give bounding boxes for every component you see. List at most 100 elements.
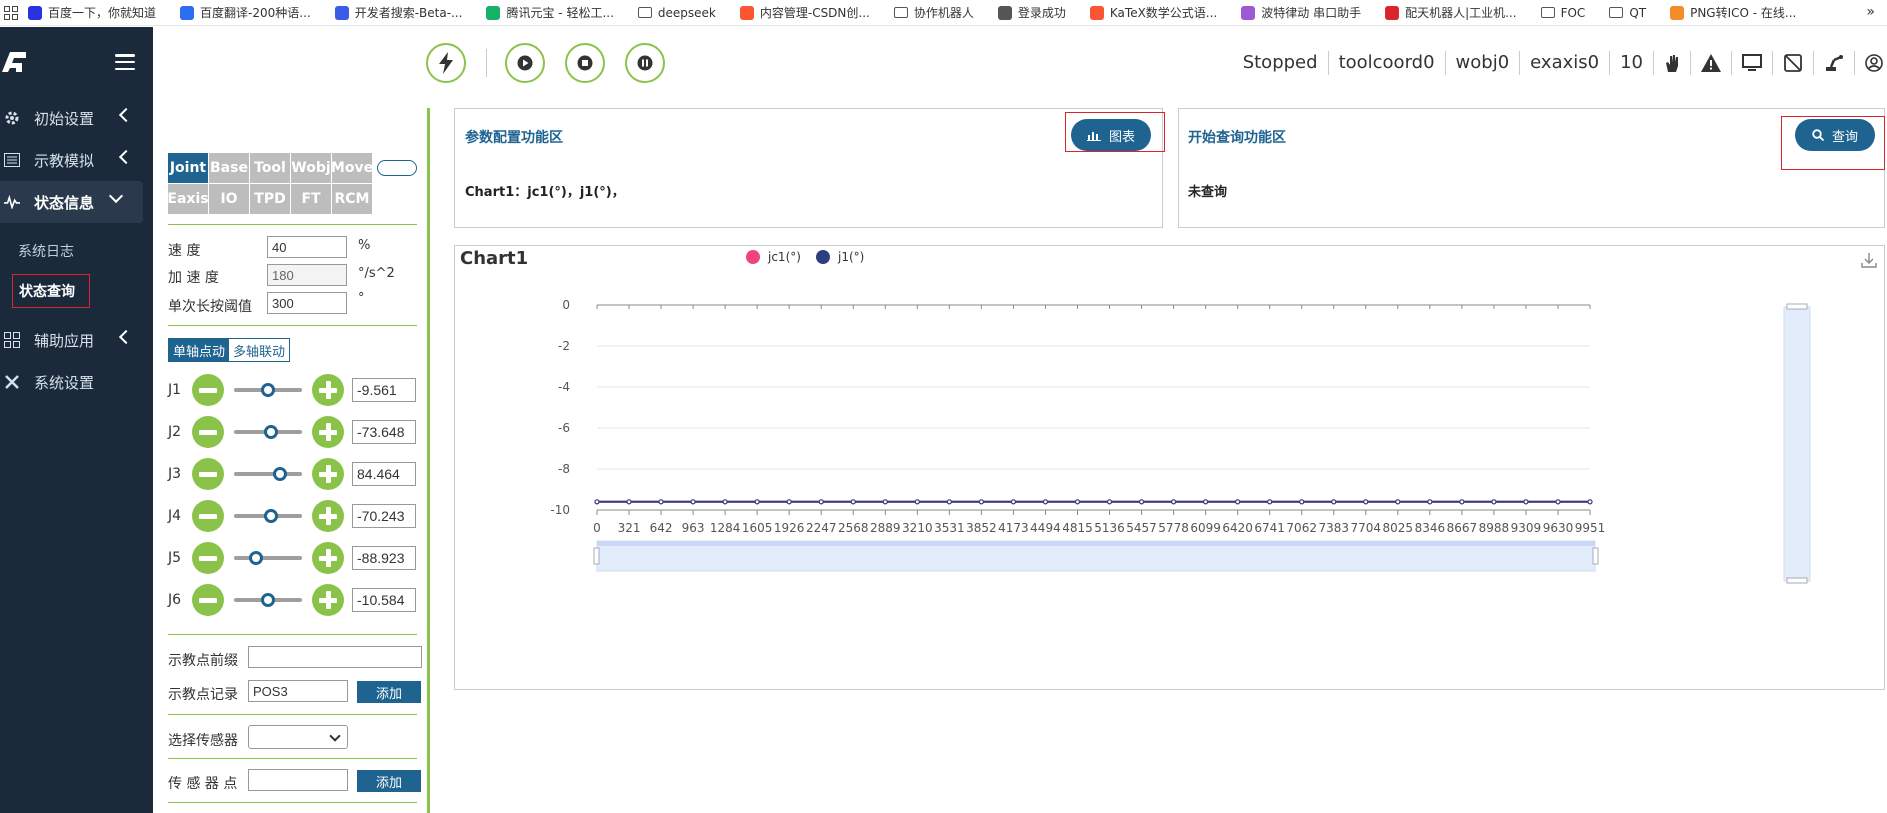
sidebar-subitem-system-log[interactable]: 系统日志: [0, 231, 153, 271]
bookmark-item[interactable]: deepseek: [637, 6, 716, 20]
sidebar-item-init-settings[interactable]: 初始设置: [0, 97, 153, 139]
plus-icon[interactable]: [312, 374, 344, 406]
bookmark-item[interactable]: 百度一下，你就知道: [28, 4, 156, 21]
enable-button[interactable]: [426, 43, 466, 83]
bookmark-item[interactable]: PNG转ICO - 在线...: [1670, 4, 1796, 21]
bookmark-item[interactable]: 腾讯元宝 - 轻松工...: [486, 4, 614, 21]
mode-single-axis[interactable]: 单轴点动: [169, 339, 230, 361]
joint-value-input[interactable]: [352, 588, 416, 612]
slider-knob[interactable]: [273, 467, 287, 481]
exaxis-selector[interactable]: exaxis0: [1519, 51, 1609, 75]
slider-knob[interactable]: [249, 551, 263, 565]
sidebar-item-aux-apps[interactable]: 辅助应用: [0, 319, 153, 361]
play-button[interactable]: [505, 43, 545, 83]
joint-value-input[interactable]: [352, 504, 416, 528]
plus-icon[interactable]: [312, 542, 344, 574]
menu-toggle-icon[interactable]: [115, 54, 135, 70]
x-tick-label: 3210: [902, 521, 933, 535]
minus-icon[interactable]: [192, 500, 224, 532]
joint-value-input[interactable]: [352, 462, 416, 486]
tab-ft[interactable]: FT: [291, 184, 331, 214]
tab-toggle-icon[interactable]: [377, 160, 417, 176]
tab-move[interactable]: Move: [331, 153, 373, 183]
joint-slider[interactable]: [234, 500, 302, 532]
drag-disabled-icon[interactable]: [1772, 51, 1813, 75]
bookmark-item[interactable]: QT: [1609, 6, 1646, 20]
robot-arm-icon[interactable]: [1813, 51, 1854, 75]
sensor-point-input[interactable]: [248, 769, 348, 791]
slider-knob[interactable]: [264, 425, 278, 439]
joint-slider[interactable]: [234, 542, 302, 574]
bookmark-item[interactable]: KaTeX数学公式语...: [1089, 4, 1217, 21]
bookmark-item[interactable]: 登录成功: [997, 4, 1066, 21]
bookmark-item[interactable]: 协作机器人: [893, 4, 974, 21]
hand-icon[interactable]: [1653, 51, 1690, 75]
joint-slider[interactable]: [234, 584, 302, 616]
y-zoom-slider: [1783, 306, 1811, 582]
tab-rcm[interactable]: RCM: [332, 184, 372, 214]
plus-icon[interactable]: [312, 500, 344, 532]
bookmark-item[interactable]: 开发者搜索-Beta-...: [334, 4, 462, 21]
tab-eaxis[interactable]: Eaxis: [167, 184, 209, 214]
teach-prefix-input[interactable]: [248, 646, 422, 668]
bookmark-item[interactable]: 波特律动 串口助手: [1241, 4, 1361, 21]
plus-icon[interactable]: [312, 416, 344, 448]
slider-knob[interactable]: [264, 509, 278, 523]
joint-value-input[interactable]: [352, 546, 416, 570]
slider-knob[interactable]: [261, 383, 275, 397]
joint-slider[interactable]: [234, 374, 302, 406]
add-sensor-point-button[interactable]: 添加: [357, 770, 421, 792]
apps-grid-icon[interactable]: [4, 5, 18, 20]
plus-icon[interactable]: [312, 458, 344, 490]
minus-icon[interactable]: [192, 584, 224, 616]
tab-joint[interactable]: Joint: [168, 153, 208, 183]
wobj-selector[interactable]: wobj0: [1444, 51, 1520, 75]
minus-icon[interactable]: [192, 374, 224, 406]
mode-multi-axis[interactable]: 多轴联动: [229, 339, 289, 361]
joint-slider[interactable]: [234, 458, 302, 490]
bookmark-item[interactable]: 配天机器人|工业机...: [1385, 4, 1517, 21]
sidebar-item-teach-sim[interactable]: 示教模拟: [0, 139, 153, 181]
speed-value[interactable]: 10: [1609, 51, 1653, 75]
tab-io[interactable]: IO: [209, 184, 249, 214]
sidebar-subitem-status-query[interactable]: 状态查询: [0, 271, 153, 311]
toolcoord-selector[interactable]: toolcoord0: [1327, 51, 1445, 75]
slider-knob[interactable]: [261, 593, 275, 607]
tab-wobj[interactable]: Wobj: [291, 153, 331, 183]
bookmarks-more-icon[interactable]: »: [1866, 4, 1875, 20]
config-card-title: 参数配置功能区: [465, 130, 563, 146]
sensor-select[interactable]: [248, 725, 348, 749]
joint-value-input[interactable]: [352, 378, 416, 402]
tab-tpd[interactable]: TPD: [250, 184, 290, 214]
y-zoom-handle-top: [1786, 303, 1808, 310]
speed-input[interactable]: [267, 236, 347, 258]
joint-slider[interactable]: [234, 416, 302, 448]
threshold-input[interactable]: [267, 292, 347, 314]
minus-icon[interactable]: [192, 458, 224, 490]
bookmark-item[interactable]: 内容管理-CSDN创...: [739, 4, 870, 21]
x-tick-label: 9309: [1511, 521, 1542, 535]
tab-tool[interactable]: Tool: [250, 153, 290, 183]
tab-base[interactable]: Base: [209, 153, 249, 183]
teach-record-input[interactable]: [248, 680, 348, 702]
bookmark-item[interactable]: 百度翻译-200种语...: [180, 4, 311, 21]
x-tick-label: 321: [618, 521, 641, 535]
stop-button[interactable]: [565, 43, 605, 83]
data-point: [1363, 499, 1369, 505]
plus-icon[interactable]: [312, 584, 344, 616]
minus-icon[interactable]: [192, 542, 224, 574]
acc-input[interactable]: [267, 264, 347, 286]
minus-icon[interactable]: [192, 416, 224, 448]
query-card: [1178, 108, 1885, 228]
joint-value-input[interactable]: [352, 420, 416, 444]
bookmark-item[interactable]: FOC: [1540, 6, 1585, 20]
user-icon[interactable]: [1854, 51, 1887, 75]
grid-icon: [4, 332, 20, 348]
sidebar-item-system-settings[interactable]: 系统设置: [0, 361, 153, 403]
monitor-icon[interactable]: [1731, 51, 1772, 75]
add-teach-point-button[interactable]: 添加: [357, 681, 421, 703]
y-tick-label: -8: [558, 462, 570, 476]
warning-icon[interactable]: [1690, 51, 1731, 75]
pause-button[interactable]: [625, 43, 665, 83]
sidebar-item-status-info[interactable]: 状态信息: [0, 181, 143, 223]
